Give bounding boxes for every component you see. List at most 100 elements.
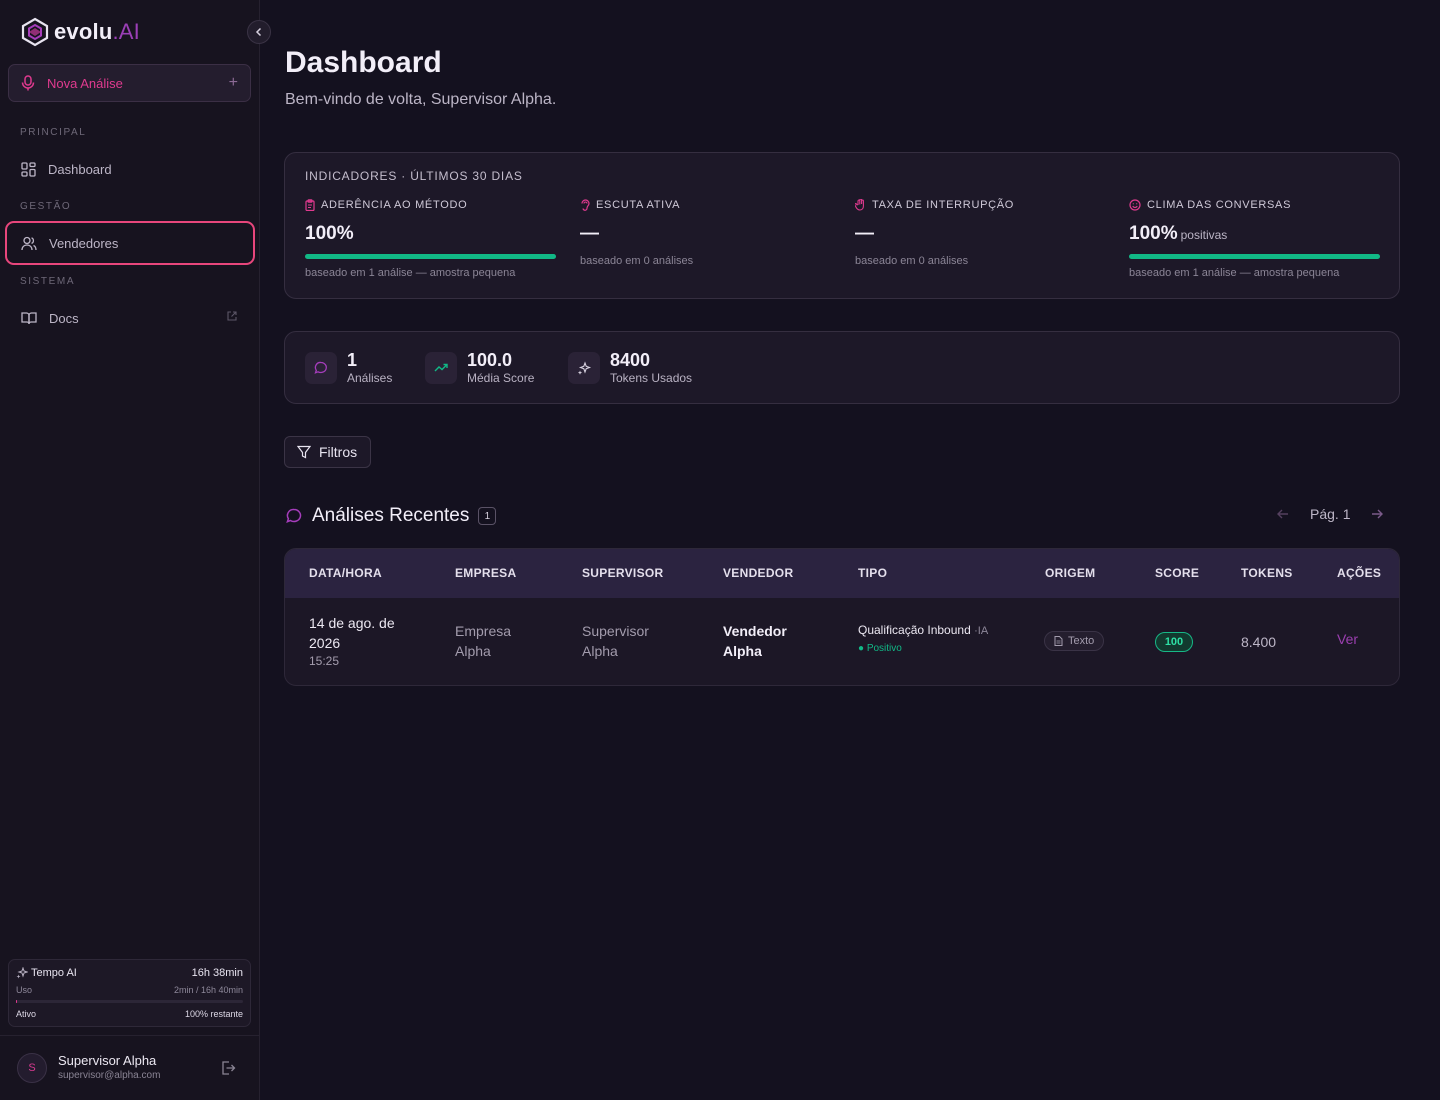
chat-bubble-icon	[286, 508, 302, 523]
chat-bubble-icon	[314, 361, 327, 374]
stat-icon-box	[305, 352, 337, 384]
indicator-progress-bar	[1129, 254, 1380, 259]
filters-button[interactable]: Filtros	[284, 436, 371, 468]
indicator-label: CLIMA DAS CONVERSAS	[1147, 199, 1292, 211]
tipo-label: Qualificação Inbound	[858, 623, 971, 637]
arrow-right-icon[interactable]	[1370, 507, 1384, 521]
avatar[interactable]: S	[17, 1053, 47, 1083]
indicator-conversation-mood: CLIMA DAS CONVERSAS 100% positivas basead…	[1129, 197, 1380, 279]
indicator-value: 100%	[305, 223, 354, 244]
page-subtitle: Bem-vindo de volta, Supervisor Alpha.	[285, 91, 557, 108]
logout-icon[interactable]	[220, 1060, 236, 1076]
filter-icon	[297, 445, 311, 459]
indicator-label: ESCUTA ATIVA	[596, 199, 681, 211]
collapse-sidebar-button[interactable]	[247, 20, 271, 44]
view-analysis-link[interactable]: Ver	[1337, 631, 1358, 647]
sidebar-item-dashboard[interactable]: Dashboard	[5, 147, 255, 191]
column-header[interactable]: EMPRESA	[455, 566, 516, 580]
ai-time-card: Tempo AI 16h 38min Uso 2min / 16h 40min …	[8, 959, 251, 1027]
stat-analyses: 1 Análises	[305, 350, 392, 386]
sidebar-item-docs[interactable]: Docs	[5, 296, 255, 340]
indicator-value: —	[855, 223, 874, 244]
sparkles-icon	[16, 967, 28, 979]
cell-time: 15:25	[309, 654, 340, 668]
trending-up-icon	[434, 363, 448, 372]
chevron-left-icon	[255, 27, 262, 37]
column-header: AÇÕES	[1337, 566, 1382, 580]
stat-average-score: 100.0 Média Score	[425, 350, 534, 386]
usage-progress-bar	[16, 1000, 243, 1003]
indicators-card: INDICADORES · ÚLTIMOS 30 DIAS ADERÊNCIA …	[284, 152, 1400, 299]
microphone-icon	[21, 75, 35, 91]
indicator-label: TAXA DE INTERRUPÇÃO	[872, 199, 1015, 211]
stat-icon-box	[568, 352, 600, 384]
document-icon	[1054, 636, 1063, 646]
sidebar-item-label: Vendedores	[49, 235, 119, 251]
origin-badge: Texto	[1044, 631, 1105, 651]
recent-analyses-header: Análises Recentes 1	[285, 505, 497, 527]
usage-label: Uso	[16, 985, 33, 995]
indicators-title: INDICADORES · ÚLTIMOS 30 DIAS	[305, 169, 523, 183]
indicator-active-listening: ESCUTA ATIVA — baseado em 0 análises	[580, 197, 831, 267]
brand-name: evolu.AI	[54, 19, 140, 44]
stat-value: 100.0	[467, 350, 513, 370]
external-link-icon	[227, 311, 237, 321]
column-header[interactable]: DATA/HORA	[309, 566, 382, 580]
stat-value: 1	[347, 350, 358, 370]
cell-tipo: Qualificação Inbound ·IA ● Positivo	[858, 622, 988, 657]
stats-card: 1 Análises 100.0 Média Score 8400 Tokens…	[284, 331, 1400, 404]
score-badge: 100	[1155, 632, 1193, 652]
indicator-note: baseado em 1 análise — amostra pequena	[305, 267, 516, 279]
table-header: DATA/HORA EMPRESA SUPERVISOR VENDEDOR TI…	[285, 549, 1399, 598]
usage-progress-fill	[16, 1000, 18, 1003]
indicator-interruption-rate: TAXA DE INTERRUPÇÃO — baseado em 0 análi…	[855, 197, 1106, 267]
column-header[interactable]: ORIGEM	[1045, 566, 1095, 580]
page-indicator: Pág. 1	[1310, 506, 1351, 522]
pagination: Pág. 1	[1276, 506, 1384, 522]
cell-tokens: 8.400	[1241, 634, 1277, 650]
sidebar: evolu.AI Nova Análise + PRINCIPAL Dashbo…	[0, 0, 260, 1100]
stat-label: Tokens Usados	[610, 371, 693, 385]
user-profile: S Supervisor Alpha supervisor@alpha.com	[0, 1035, 259, 1100]
dashboard-grid-icon	[21, 161, 36, 177]
column-header[interactable]: SCORE	[1155, 566, 1199, 580]
indicator-adherence: ADERÊNCIA AO MÉTODO 100% baseado em 1 an…	[305, 197, 556, 279]
indicator-note: baseado em 1 análise — amostra pequena	[1129, 267, 1340, 279]
indicator-suffix: positivas	[1180, 228, 1228, 242]
ear-icon	[581, 199, 590, 211]
smile-icon	[1129, 199, 1141, 211]
stat-value: 8400	[610, 350, 651, 370]
column-header[interactable]: TIPO	[858, 566, 887, 580]
evolu-logo-icon	[21, 17, 49, 47]
ai-time-title: Tempo AI	[16, 967, 77, 979]
ai-time-total: 16h 38min	[191, 967, 243, 979]
section-sistema: SISTEMA	[20, 276, 76, 287]
new-analysis-button[interactable]: Nova Análise +	[8, 64, 251, 102]
cell-supervisor: Supervisor Alpha	[582, 623, 649, 659]
column-header[interactable]: SUPERVISOR	[582, 566, 663, 580]
filters-label: Filtros	[319, 444, 358, 460]
arrow-left-icon[interactable]	[1276, 507, 1290, 521]
sidebar-item-label: Docs	[49, 310, 79, 326]
page-title: Dashboard	[285, 46, 442, 79]
stat-label: Média Score	[467, 371, 535, 385]
sparkles-icon	[577, 361, 592, 375]
cell-date: 14 de ago. de 2026 15:25	[309, 615, 395, 668]
brand-logo[interactable]: evolu.AI	[20, 16, 140, 48]
section-principal: PRINCIPAL	[20, 127, 87, 138]
status-label: Ativo	[16, 1009, 37, 1019]
column-header[interactable]: TOKENS	[1241, 566, 1293, 580]
indicator-progress-fill	[1129, 254, 1380, 259]
indicator-note: baseado em 0 análises	[580, 255, 694, 267]
stat-label: Análises	[347, 371, 393, 385]
remaining-label: 100% restante	[184, 1009, 243, 1019]
indicator-value: —	[580, 223, 599, 244]
plus-icon: +	[228, 74, 238, 91]
user-name: Supervisor Alpha	[58, 1053, 157, 1068]
column-header[interactable]: VENDEDOR	[723, 566, 793, 580]
sidebar-item-vendedores[interactable]: Vendedores	[5, 221, 255, 265]
recent-analyses-title: Análises Recentes	[312, 505, 470, 526]
usage-value: 2min / 16h 40min	[173, 985, 243, 995]
count-badge: 1	[478, 507, 497, 525]
indicator-value: 100%	[1129, 223, 1178, 244]
